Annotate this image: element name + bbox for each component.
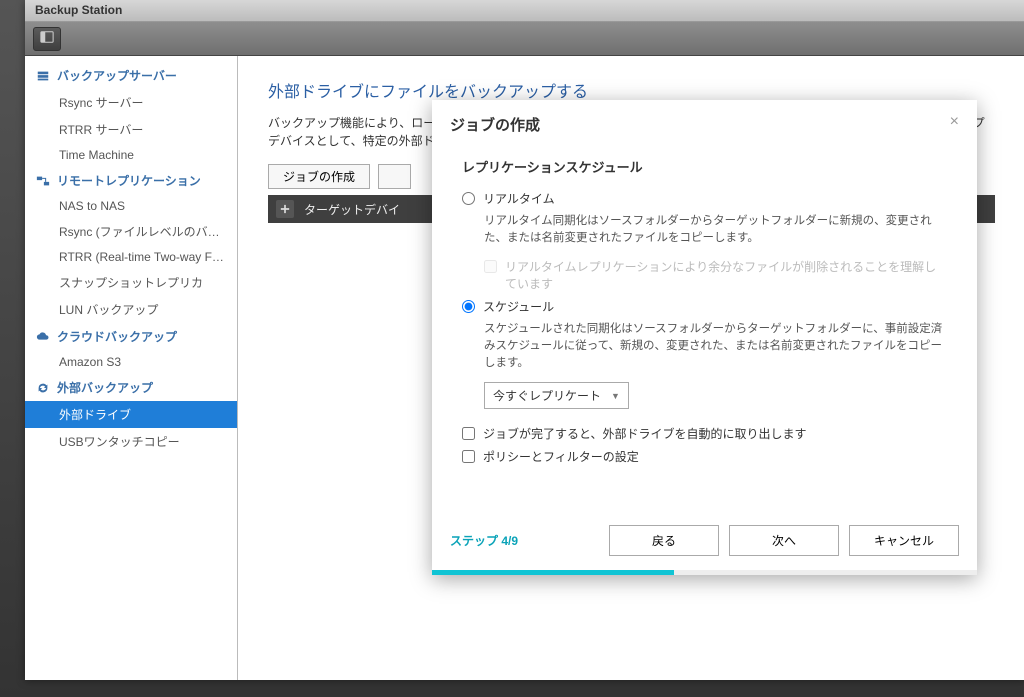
cloud-icon xyxy=(35,329,51,345)
radio-schedule[interactable]: スケジュール xyxy=(462,298,947,315)
secondary-button[interactable] xyxy=(378,164,411,189)
radio-schedule-label: スケジュール xyxy=(483,298,554,315)
sidebar-item-external-drive[interactable]: 外部ドライブ xyxy=(25,401,237,428)
sidebar-group-label: 外部バックアップ xyxy=(57,379,153,396)
step-indicator: ステップ 4/9 xyxy=(450,532,518,549)
sidebar-group-backup-server[interactable]: バックアップサーバー xyxy=(25,62,237,89)
sidebar: バックアップサーバー Rsync サーバー RTRR サーバー Time Mac… xyxy=(25,56,238,680)
sidebar-item-time-machine[interactable]: Time Machine xyxy=(25,143,237,167)
sidebar-toggle-button[interactable] xyxy=(33,27,61,51)
sidebar-item-lun-backup[interactable]: LUN バックアップ xyxy=(25,296,237,323)
sidebar-group-external-backup[interactable]: 外部バックアップ xyxy=(25,374,237,401)
checkbox-policy-filter-label: ポリシーとフィルターの設定 xyxy=(483,448,639,465)
dialog-body: レプリケーションスケジュール リアルタイム リアルタイム同期化はソースフォルダー… xyxy=(432,143,977,515)
sidebar-group-remote-replication[interactable]: リモートレプリケーション xyxy=(25,167,237,194)
grid-column-target: ターゲットデバイ xyxy=(304,201,400,218)
radio-realtime[interactable]: リアルタイム xyxy=(462,190,947,207)
checkbox-policy-filter-input[interactable] xyxy=(462,450,475,463)
dialog-footer: ステップ 4/9 戻る 次へ キャンセル xyxy=(432,515,977,570)
checkbox-realtime-ack: リアルタイムレプリケーションにより余分なファイルが削除されることを理解しています xyxy=(484,258,947,292)
back-button[interactable]: 戻る xyxy=(609,525,719,556)
schedule-description: スケジュールされた同期化はソースフォルダーからターゲットフォルダーに、事前設定済… xyxy=(484,321,947,373)
refresh-icon xyxy=(35,380,51,396)
radio-realtime-label: リアルタイム xyxy=(483,190,555,207)
wizard-progress-fill xyxy=(432,570,674,575)
section-title: レプリケーションスケジュール xyxy=(462,157,947,176)
chevron-down-icon: ▼ xyxy=(611,391,620,401)
replication-icon xyxy=(35,173,51,189)
sidebar-group-label: クラウドバックアップ xyxy=(57,328,177,345)
checkbox-auto-eject-label: ジョブが完了すると、外部ドライブを自動的に取り出します xyxy=(483,425,807,442)
expand-all-button[interactable] xyxy=(276,200,294,218)
checkbox-policy-filter[interactable]: ポリシーとフィルターの設定 xyxy=(462,448,947,465)
close-button[interactable]: × xyxy=(950,114,959,130)
radio-schedule-input[interactable] xyxy=(462,300,475,313)
schedule-select[interactable]: 今すぐレプリケート ▼ xyxy=(484,382,629,409)
dialog-header: ジョブの作成 × xyxy=(432,100,977,143)
realtime-description: リアルタイム同期化はソースフォルダーからターゲットフォルダーに新規の、変更された… xyxy=(484,213,947,248)
sidebar-item-usb-onetouch[interactable]: USBワンタッチコピー xyxy=(25,428,237,455)
app-toolbar xyxy=(25,22,1024,56)
sidebar-item-rtrr-server[interactable]: RTRR サーバー xyxy=(25,116,237,143)
close-icon: × xyxy=(950,113,959,130)
window-titlebar[interactable]: Backup Station xyxy=(25,0,1024,22)
sidebar-item-nas-to-nas[interactable]: NAS to NAS xyxy=(25,194,237,218)
wizard-progress xyxy=(432,570,977,575)
create-job-dialog: ジョブの作成 × レプリケーションスケジュール リアルタイム リアルタイム同期化… xyxy=(432,100,977,575)
sidebar-item-rtrr-realtime[interactable]: RTRR (Real-time Two-way Folde... xyxy=(25,245,237,269)
sidebar-group-cloud-backup[interactable]: クラウドバックアップ xyxy=(25,323,237,350)
plus-icon xyxy=(280,204,290,214)
create-job-button[interactable]: ジョブの作成 xyxy=(268,164,370,189)
page-title: 外部ドライブにファイルをバックアップする xyxy=(268,78,995,102)
dialog-title: ジョブの作成 xyxy=(450,114,540,135)
next-button[interactable]: 次へ xyxy=(729,525,839,556)
sidebar-item-rsync-server[interactable]: Rsync サーバー xyxy=(25,89,237,116)
sidebar-item-rsync-file[interactable]: Rsync (ファイルレベルのバック... xyxy=(25,218,237,245)
schedule-select-value: 今すぐレプリケート xyxy=(493,387,601,404)
window-title: Backup Station xyxy=(35,3,122,17)
sidebar-item-snapshot-replica[interactable]: スナップショットレプリカ xyxy=(25,269,237,296)
checkbox-realtime-ack-label: リアルタイムレプリケーションにより余分なファイルが削除されることを理解しています xyxy=(505,258,947,292)
cancel-button[interactable]: キャンセル xyxy=(849,525,959,556)
sidebar-group-label: バックアップサーバー xyxy=(57,67,177,84)
sidebar-item-amazon-s3[interactable]: Amazon S3 xyxy=(25,350,237,374)
checkbox-auto-eject-input[interactable] xyxy=(462,427,475,440)
server-icon xyxy=(35,68,51,84)
checkbox-realtime-ack-input xyxy=(484,260,497,273)
sidebar-group-label: リモートレプリケーション xyxy=(57,172,201,189)
panel-icon xyxy=(40,30,54,47)
radio-realtime-input[interactable] xyxy=(462,192,475,205)
checkbox-auto-eject[interactable]: ジョブが完了すると、外部ドライブを自動的に取り出します xyxy=(462,425,947,442)
